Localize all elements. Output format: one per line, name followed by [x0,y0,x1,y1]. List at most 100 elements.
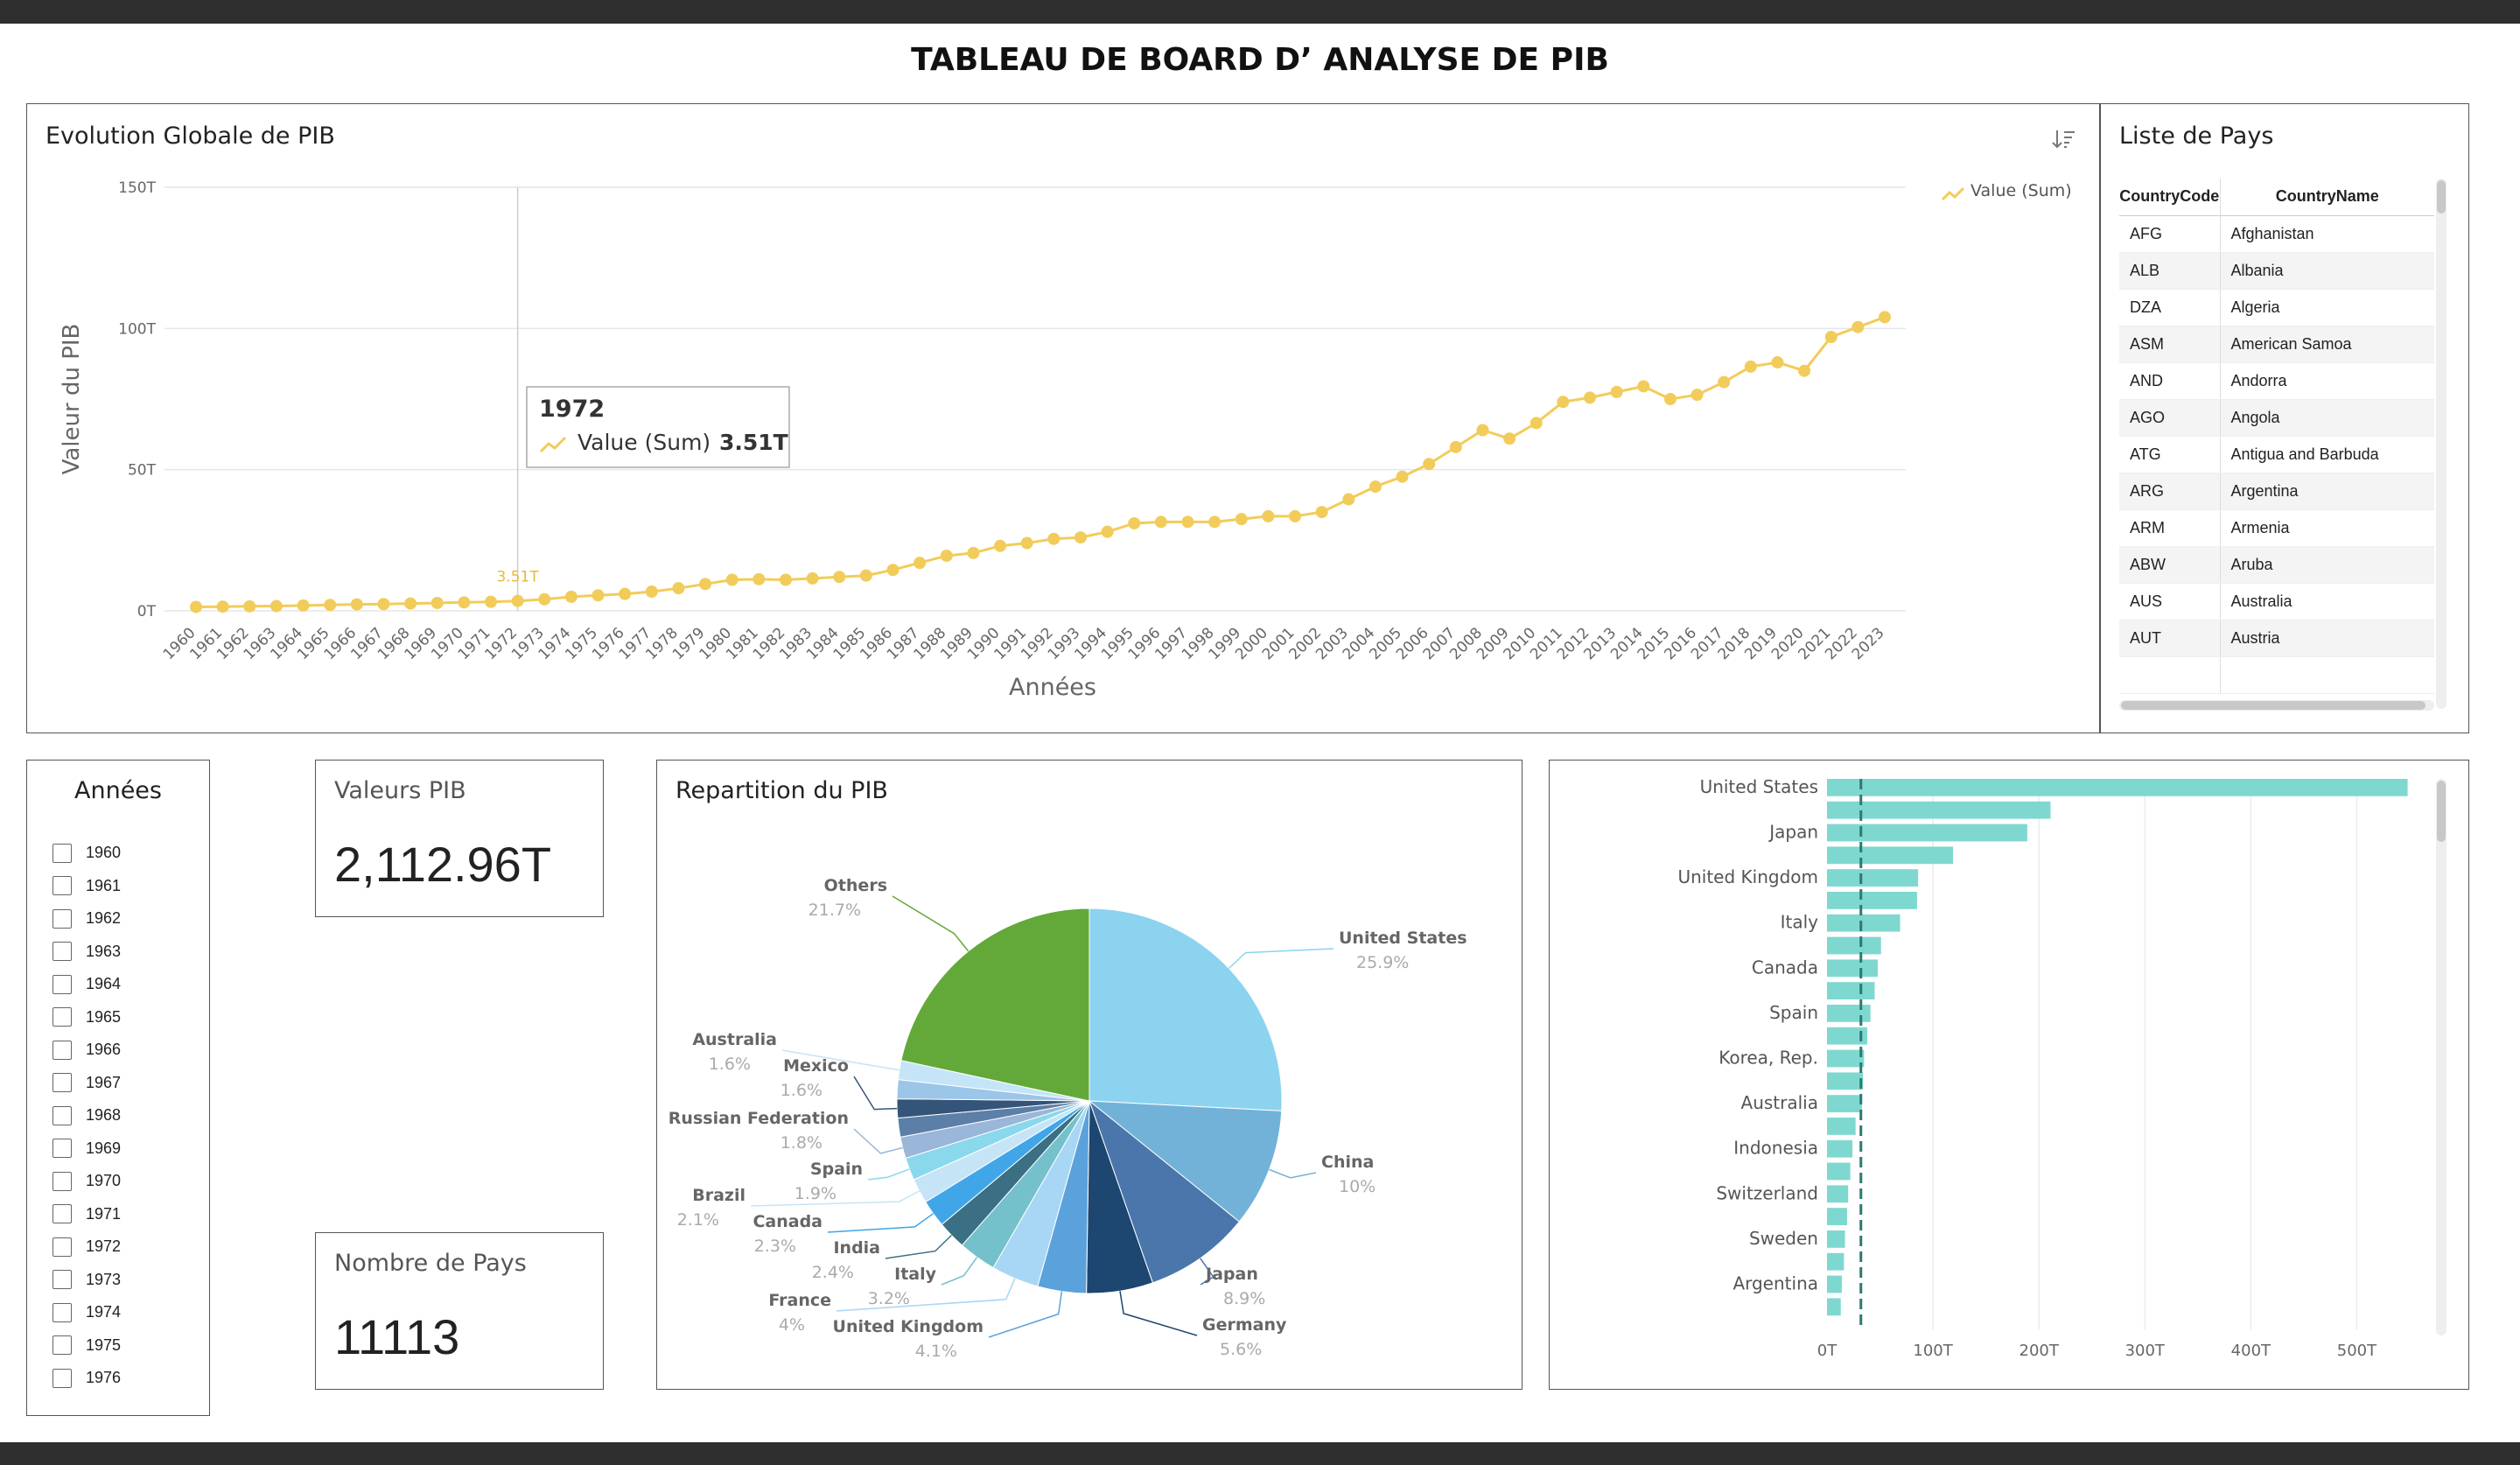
year-checkbox[interactable] [52,1302,72,1322]
year-checkbox[interactable] [52,843,72,863]
bar-scrollbar-thumb[interactable] [2437,781,2446,842]
pie-percent: 4.1% [915,1342,957,1361]
year-option[interactable]: 1967 [52,1067,121,1100]
data-point [1718,375,1731,389]
table-row[interactable]: ASM American Samoa [2119,326,2434,363]
data-point [484,595,497,608]
bar [1827,1005,1871,1022]
bar [1827,1095,1862,1112]
year-option[interactable]: 1970 [52,1165,121,1198]
table-scrollbar-vertical[interactable] [2436,179,2446,709]
year-option[interactable]: 1965 [52,1001,121,1034]
table-row-empty [2119,656,2434,694]
pie-label: France [768,1291,831,1310]
table-row[interactable]: AFG Afghanistan [2119,215,2434,253]
pie-leader-line [1119,1291,1198,1336]
table-row[interactable]: DZA Algeria [2119,289,2434,326]
year-checkbox[interactable] [52,1007,72,1027]
year-checkbox[interactable] [52,1105,72,1125]
year-option[interactable]: 1972 [52,1230,121,1264]
column-header-code[interactable]: CountryCode [2119,179,2221,216]
table-row[interactable]: AUS Australia [2119,583,2434,620]
year-label: 1962 [86,909,122,928]
table-row[interactable]: ARG Argentina [2119,473,2434,510]
bar-scrollbar[interactable] [2436,779,2446,1335]
year-checkbox[interactable] [52,1171,72,1191]
data-point [779,573,792,586]
year-option[interactable]: 1971 [52,1198,121,1231]
year-option[interactable]: 1976 [52,1362,121,1395]
data-point [1530,417,1543,430]
year-checkbox[interactable] [52,1139,72,1159]
year-option[interactable]: 1973 [52,1264,121,1297]
pie-label: Italy [894,1265,936,1284]
year-label: 1967 [86,1073,122,1091]
pie-percent: 1.9% [794,1184,836,1203]
year-option[interactable]: 1966 [52,1034,121,1067]
bar-category-label: Argentina [1732,1273,1818,1294]
year-checkbox[interactable] [52,908,72,929]
table-header-row: CountryCode CountryName [2119,179,2434,216]
year-option[interactable]: 1968 [52,1099,121,1132]
column-header-name[interactable]: CountryName [2220,179,2434,216]
data-point [1824,331,1838,344]
table-row[interactable]: AGO Angola [2119,399,2434,437]
pie-percent: 5.6% [1220,1340,1262,1359]
country-name-cell: Austria [2220,620,2434,657]
year-label: 1976 [86,1369,122,1387]
data-point [833,571,846,584]
table-row[interactable]: ALB Albania [2119,252,2434,290]
data-point [1128,516,1141,529]
pie-percent: 2.3% [754,1237,796,1256]
table-row[interactable]: AUT Austria [2119,620,2434,657]
pie-label: Germany [1202,1315,1287,1335]
table-scrollbar-thumb[interactable] [2437,180,2446,214]
year-checkbox[interactable] [52,1270,72,1290]
year-checkbox[interactable] [52,1204,72,1224]
pie-label: Canada [752,1212,822,1231]
x-tick-label: 100T [1913,1342,1953,1360]
table-row[interactable]: AND Andorra [2119,362,2434,400]
year-checkbox[interactable] [52,1237,72,1257]
table-row[interactable]: ARM Armenia [2119,509,2434,547]
bar-category-label: Japan [1768,822,1818,843]
year-option[interactable]: 1963 [52,936,121,969]
pie-leader-line [867,1168,910,1181]
bar-chart: 0T 100T 200T 300T 400T 500T United States Japan… [1677,776,2408,1360]
data-point [645,585,658,599]
year-option[interactable]: 1962 [52,902,121,936]
country-name-cell: Aruba [2220,546,2434,584]
year-option[interactable]: 1974 [52,1296,121,1329]
year-option[interactable]: 1969 [52,1132,121,1166]
year-checkbox[interactable] [52,1335,72,1356]
pie-percent: 2.1% [677,1210,719,1230]
bar-category-label: Indonesia [1733,1138,1818,1159]
year-option[interactable]: 1964 [52,968,121,1001]
year-checkbox[interactable] [52,942,72,962]
year-option[interactable]: 1960 [52,837,121,870]
year-label: 1964 [86,975,122,993]
year-checkbox[interactable] [52,974,72,994]
kpi-pays-value: 11113 [334,1309,460,1364]
data-point [1744,360,1757,373]
pie-label: India [833,1238,880,1258]
table-row[interactable]: ABW Aruba [2119,546,2434,584]
year-option[interactable]: 1975 [52,1329,121,1363]
data-point [1154,515,1167,529]
bar [1827,1298,1841,1316]
data-point [190,600,202,613]
year-checkbox[interactable] [52,1368,72,1388]
country-code-cell: AND [2119,362,2221,400]
data-point [699,578,712,591]
year-checkbox[interactable] [52,1073,72,1093]
table-scrollbar-hthumb[interactable] [2121,701,2426,710]
table-row[interactable]: ATG Antigua and Barbuda [2119,436,2434,473]
data-point [1289,509,1302,522]
pie-leader-line [853,1076,898,1111]
country-code-cell: ARM [2119,509,2221,547]
year-option[interactable]: 1961 [52,870,121,903]
country-name-cell: Australia [2220,583,2434,620]
year-checkbox[interactable] [52,876,72,896]
year-checkbox[interactable] [52,1040,72,1060]
pie-leader-line [892,895,970,952]
